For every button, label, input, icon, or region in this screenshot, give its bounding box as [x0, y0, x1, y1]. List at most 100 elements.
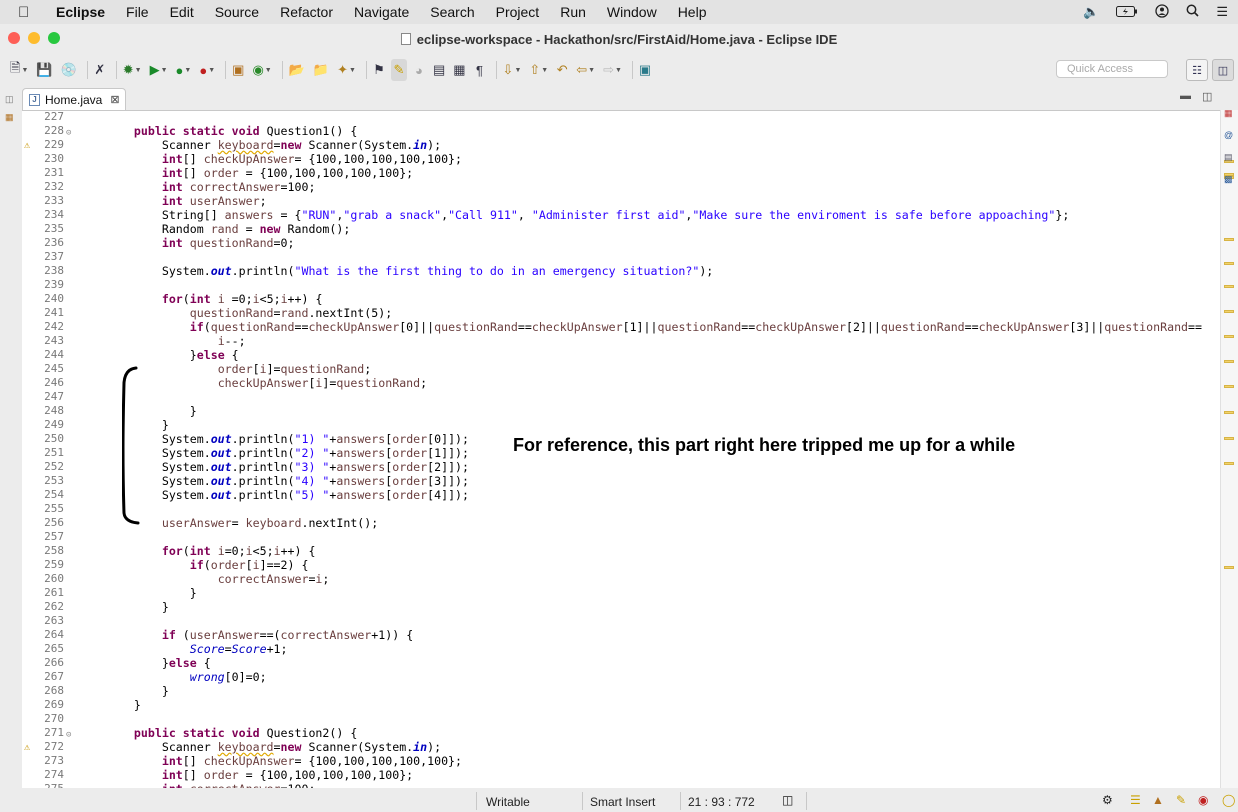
code-line[interactable]: 231 int[] order = {100,100,100,100,100};	[22, 166, 1220, 180]
code-line[interactable]: 245 order[i]=questionRand;	[22, 362, 1220, 376]
overview-ruler[interactable]	[1220, 110, 1238, 788]
code-line[interactable]: 249 }	[22, 418, 1220, 432]
tutorial-icon[interactable]: ▲	[1152, 793, 1164, 807]
outline-icon[interactable]: ▦	[1224, 108, 1236, 120]
console-icon[interactable]: ▩	[1224, 174, 1236, 186]
save-all-icon[interactable]: 💿	[59, 59, 79, 81]
save-icon[interactable]: 💾	[34, 59, 54, 81]
menu-help[interactable]: Help	[678, 4, 707, 20]
overview-marker[interactable]	[1224, 566, 1234, 569]
close-tab-icon[interactable]: ⊠	[110, 93, 119, 106]
code-line[interactable]: 267 wrong[0]=0;	[22, 670, 1220, 684]
skip-breakpoints-icon[interactable]: ✗	[92, 59, 108, 81]
menu-file[interactable]: File	[126, 4, 149, 20]
help-icon[interactable]: ◉	[1198, 793, 1208, 807]
run-icon[interactable]: ▶ ▼	[148, 59, 170, 81]
code-line[interactable]: 230 int[] checkUpAnswer= {100,100,100,10…	[22, 152, 1220, 166]
previous-annotation-icon[interactable]: ⇧ ▼	[527, 59, 550, 81]
code-line[interactable]: 259 if(order[i]==2) {	[22, 558, 1220, 572]
last-edit-icon[interactable]: ↶	[554, 59, 570, 81]
code-line[interactable]: 268 }	[22, 684, 1220, 698]
menu-search[interactable]: Search	[430, 4, 474, 20]
code-line[interactable]: 274 int[] order = {100,100,100,100,100};	[22, 768, 1220, 782]
apple-icon[interactable]: 	[18, 4, 38, 21]
overview-marker[interactable]	[1224, 360, 1234, 363]
next-annotation-icon[interactable]: ⇩ ▼	[501, 59, 524, 81]
code-line[interactable]: 257	[22, 530, 1220, 544]
overview-marker[interactable]	[1224, 285, 1234, 288]
code-line[interactable]: 233 int userAnswer;	[22, 194, 1220, 208]
tab-home-java[interactable]: J Home.java ⊠	[22, 88, 126, 110]
code-line[interactable]: 263	[22, 614, 1220, 628]
code-line[interactable]: ⚠ 229 Scanner keyboard=new Scanner(System…	[22, 138, 1220, 152]
restore-icon[interactable]: ◫	[5, 94, 17, 106]
coverage-icon[interactable]: ● ▼	[174, 59, 194, 81]
overview-marker[interactable]	[1224, 335, 1234, 338]
code-line[interactable]: 246 checkUpAnswer[i]=questionRand;	[22, 376, 1220, 390]
code-line[interactable]: 264 if (userAnswer==(correctAnswer+1)) {	[22, 628, 1220, 642]
menu-source[interactable]: Source	[215, 4, 259, 20]
code-line[interactable]: 265 Score=Score+1;	[22, 642, 1220, 656]
declaration-icon[interactable]: ▤	[1224, 152, 1236, 164]
code-line[interactable]: 261 }	[22, 586, 1220, 600]
code-line[interactable]: 244 }else {	[22, 348, 1220, 362]
user-icon[interactable]	[1155, 3, 1169, 21]
marketplace-icon[interactable]: ☰	[1130, 793, 1141, 807]
menu-window[interactable]: Window	[607, 4, 657, 20]
code-line[interactable]: 262 }	[22, 600, 1220, 614]
overview-marker[interactable]	[1224, 411, 1234, 414]
pin-editor-icon[interactable]: ▣	[637, 59, 653, 81]
battery-icon[interactable]	[1116, 5, 1138, 20]
quick-access-input[interactable]: Quick Access	[1056, 60, 1168, 78]
run-external-icon[interactable]: ● ▼	[197, 59, 217, 81]
tasks-icon[interactable]: ⚙	[1102, 793, 1113, 807]
code-line[interactable]: 242 if(questionRand==checkUpAnswer[0]||q…	[22, 320, 1220, 334]
annotation-icon[interactable]: ⚑	[371, 59, 387, 81]
code-line[interactable]: 266 }else {	[22, 656, 1220, 670]
code-line[interactable]: 235 Random rand = new Random();	[22, 222, 1220, 236]
volume-icon[interactable]: 🔈	[1083, 4, 1099, 20]
code-line[interactable]: 241 questionRand=rand.nextInt(5);	[22, 306, 1220, 320]
overview-marker[interactable]	[1224, 310, 1234, 313]
show-whitespace-icon[interactable]: ▦	[451, 59, 467, 81]
minimize-window-button[interactable]	[28, 32, 40, 44]
code-line[interactable]: 238 System.out.println("What is the firs…	[22, 264, 1220, 278]
lightbulb-icon[interactable]: ◯	[1222, 793, 1235, 807]
open-task-icon[interactable]: 📁	[311, 59, 331, 81]
debug-icon[interactable]: ✹ ▼	[121, 59, 144, 81]
menu-refactor[interactable]: Refactor	[280, 4, 333, 20]
code-line[interactable]: ⚠ 272 Scanner keyboard=new Scanner(System…	[22, 740, 1220, 754]
overview-marker[interactable]	[1224, 262, 1234, 265]
new-icon[interactable]: 🗎 ▼	[8, 59, 30, 81]
type-hierarchy-icon[interactable]: ◫	[782, 793, 793, 807]
overview-marker[interactable]	[1224, 385, 1234, 388]
code-line[interactable]: 240 for(int i =0;i<5;i++) {	[22, 292, 1220, 306]
code-line[interactable]: 243 i--;	[22, 334, 1220, 348]
menu-run[interactable]: Run	[560, 4, 586, 20]
maximize-window-button[interactable]	[48, 32, 60, 44]
menu-app[interactable]: Eclipse	[56, 4, 105, 20]
code-line[interactable]: 253 System.out.println("4) "+answers[ord…	[22, 474, 1220, 488]
code-line[interactable]: 248 }	[22, 404, 1220, 418]
menu-project[interactable]: Project	[496, 4, 540, 20]
forward-icon[interactable]: ⇨ ▼	[601, 59, 624, 81]
maximize-editor-icon[interactable]: ◫	[1202, 90, 1212, 103]
code-line[interactable]: 232 int correctAnswer=100;	[22, 180, 1220, 194]
new-java-class-icon[interactable]: ◉ ▼	[250, 59, 273, 81]
back-icon[interactable]: ⇦ ▼	[574, 59, 597, 81]
breadcrumb-icon[interactable]: ◕	[411, 59, 427, 81]
code-line[interactable]: 228 ⊝ public static void Question1() {	[22, 124, 1220, 138]
code-line[interactable]: 227	[22, 111, 1220, 124]
code-line[interactable]: 237	[22, 250, 1220, 264]
open-perspective-icon[interactable]: ☷	[1186, 59, 1208, 81]
quick-fix-icon[interactable]: ✎	[1176, 793, 1186, 807]
code-line[interactable]: 269 }	[22, 698, 1220, 712]
code-line[interactable]: 254 System.out.println("5) "+answers[ord…	[22, 488, 1220, 502]
code-line[interactable]: 256 userAnswer= keyboard.nextInt();	[22, 516, 1220, 530]
code-line[interactable]: 275 int correctAnswer=100;	[22, 782, 1220, 788]
spotlight-search-icon[interactable]	[1186, 4, 1199, 20]
code-line[interactable]: 247	[22, 390, 1220, 404]
code-line[interactable]: 252 System.out.println("3) "+answers[ord…	[22, 460, 1220, 474]
minimize-editor-icon[interactable]: ▬	[1180, 90, 1191, 102]
control-center-icon[interactable]: ☰	[1216, 4, 1228, 20]
